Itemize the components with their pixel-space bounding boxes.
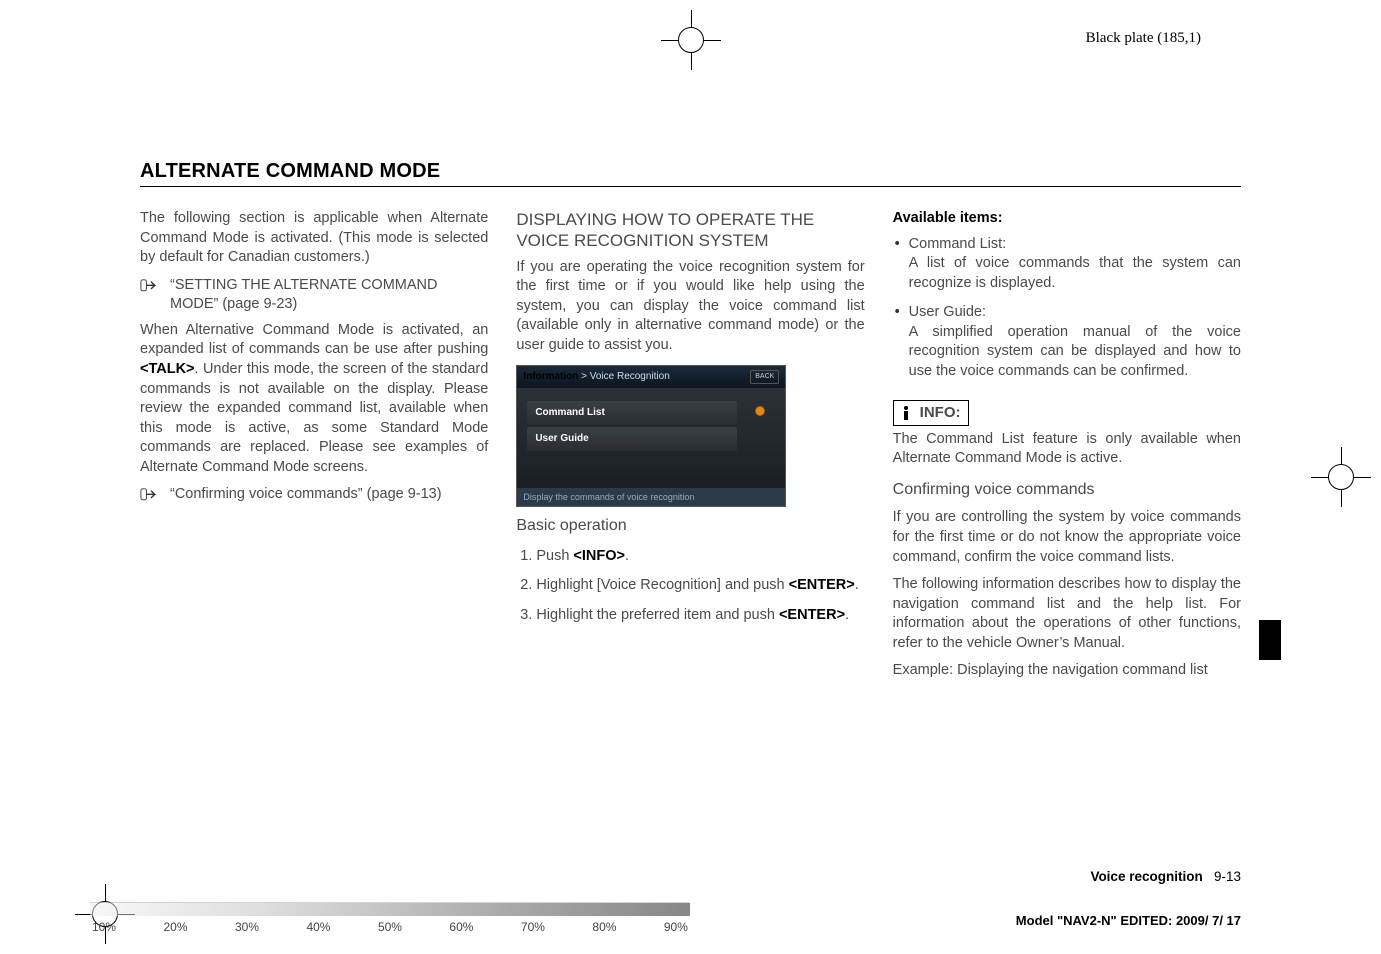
info-key: <INFO> xyxy=(573,548,625,564)
strip-40: 40% xyxy=(306,920,330,934)
footer-section-label: Voice recognition xyxy=(1090,869,1202,884)
xref-text-2: “Confirming voice commands” (page 9-13) xyxy=(170,485,488,505)
confirm-p3: Example: Displaying the navigation comma… xyxy=(893,661,1241,681)
page-number: 9-13 xyxy=(1214,869,1241,884)
steps-list: Push <INFO>. Highlight [Voice Recognitio… xyxy=(536,547,864,626)
crop-mark-right xyxy=(1311,447,1371,507)
talk-key: <TALK> xyxy=(140,361,195,377)
confirm-p1: If you are controlling the system by voi… xyxy=(893,508,1241,567)
page-footer: Voice recognition 9-13 xyxy=(1090,869,1241,884)
avail-item-2-body: A simplified operation manual of the voi… xyxy=(909,324,1241,379)
hand-pointer-icon xyxy=(140,487,162,503)
step3-a: Highlight the preferred item and push xyxy=(536,607,779,623)
crop-mark-top xyxy=(661,10,721,70)
enter-key-2: <ENTER> xyxy=(779,607,845,623)
strip-10: 10% xyxy=(92,920,116,934)
column-1: The following section is applicable when… xyxy=(140,209,488,689)
screenshot-titlebar: Information > Voice Recognition BACK xyxy=(517,366,785,388)
avail-item-1-body: A list of voice commands that the system… xyxy=(909,255,1241,291)
info-label: INFO: xyxy=(920,403,961,423)
step2-c: . xyxy=(855,577,859,593)
menu-item-command-list[interactable]: Command List xyxy=(527,401,737,425)
strip-90: 90% xyxy=(664,920,688,934)
print-density-strip: 10% 20% 30% 40% 50% 60% 70% 80% 90% xyxy=(90,902,690,934)
info-icon xyxy=(898,405,914,421)
col1-p2a: When Alternative Command Mode is activat… xyxy=(140,322,488,358)
screenshot-footer: Display the commands of voice recognitio… xyxy=(517,488,785,506)
step1-c: . xyxy=(625,548,629,564)
confirming-heading: Confirming voice commands xyxy=(893,479,1241,501)
available-items-list: Command List: A list of voice commands t… xyxy=(893,235,1241,382)
density-labels: 10% 20% 30% 40% 50% 60% 70% 80% 90% xyxy=(90,920,690,934)
avail-item-2: User Guide: A simplified operation manua… xyxy=(893,303,1241,381)
xref-row-1: “SETTING THE ALTERNATE COMMAND MODE” (pa… xyxy=(140,276,488,315)
col2-p1: If you are operating the voice recogniti… xyxy=(516,258,864,356)
step1-a: Push xyxy=(536,548,573,564)
strip-60: 60% xyxy=(449,920,473,934)
step-2: Highlight [Voice Recognition] and push <… xyxy=(536,576,864,596)
chapter-tab xyxy=(1259,620,1281,660)
section-title: ALTERNATE COMMAND MODE xyxy=(140,160,1241,187)
hand-pointer-icon xyxy=(140,278,162,294)
strip-20: 20% xyxy=(163,920,187,934)
col1-p2c: . Under this mode, the screen of the sta… xyxy=(140,361,488,475)
step2-a: Highlight [Voice Recognition] and push xyxy=(536,577,788,593)
strip-70: 70% xyxy=(521,920,545,934)
basic-operation-heading: Basic operation xyxy=(516,515,864,537)
info-callout: INFO: xyxy=(893,400,970,426)
model-edit-line: Model "NAV2-N" EDITED: 2009/ 7/ 17 xyxy=(1016,913,1241,928)
col2-subhead: DISPLAYING HOW TO OPERATE THE VOICE RECO… xyxy=(516,209,864,252)
ui-screenshot: Information > Voice Recognition BACK Com… xyxy=(516,365,786,507)
col1-p1: The following section is applicable when… xyxy=(140,209,488,268)
strip-80: 80% xyxy=(592,920,616,934)
avail-item-1-title: Command List: xyxy=(909,236,1007,252)
step-3: Highlight the preferred item and push <E… xyxy=(536,606,864,626)
step3-c: . xyxy=(845,607,849,623)
column-2: DISPLAYING HOW TO OPERATE THE VOICE RECO… xyxy=(516,209,864,689)
available-items-heading: Available items: xyxy=(893,209,1241,229)
screenshot-title-main: Information xyxy=(523,371,578,382)
enter-key: <ENTER> xyxy=(789,577,855,593)
density-bar xyxy=(90,902,690,916)
column-3: Available items: Command List: A list of… xyxy=(893,209,1241,689)
strip-30: 30% xyxy=(235,920,259,934)
page-content: ALTERNATE COMMAND MODE The following sec… xyxy=(140,160,1241,834)
step-1: Push <INFO>. xyxy=(536,547,864,567)
confirm-p2: The following information describes how … xyxy=(893,575,1241,653)
menu-item-user-guide[interactable]: User Guide xyxy=(527,427,737,451)
blackplate-label: Black plate (185,1) xyxy=(1086,30,1201,47)
screenshot-title-sub: > Voice Recognition xyxy=(578,371,669,382)
xref-row-2: “Confirming voice commands” (page 9-13) xyxy=(140,485,488,505)
info-paragraph: The Command List feature is only availab… xyxy=(893,430,1241,469)
col1-p2: When Alternative Command Mode is activat… xyxy=(140,321,488,478)
back-button[interactable]: BACK xyxy=(750,370,779,383)
avail-item-1: Command List: A list of voice commands t… xyxy=(893,235,1241,294)
screenshot-body: Command List User Guide xyxy=(517,388,785,488)
scroll-indicator-icon xyxy=(755,406,765,416)
xref-text-1: “SETTING THE ALTERNATE COMMAND MODE” (pa… xyxy=(170,276,488,315)
avail-item-2-title: User Guide: xyxy=(909,304,986,320)
strip-50: 50% xyxy=(378,920,402,934)
